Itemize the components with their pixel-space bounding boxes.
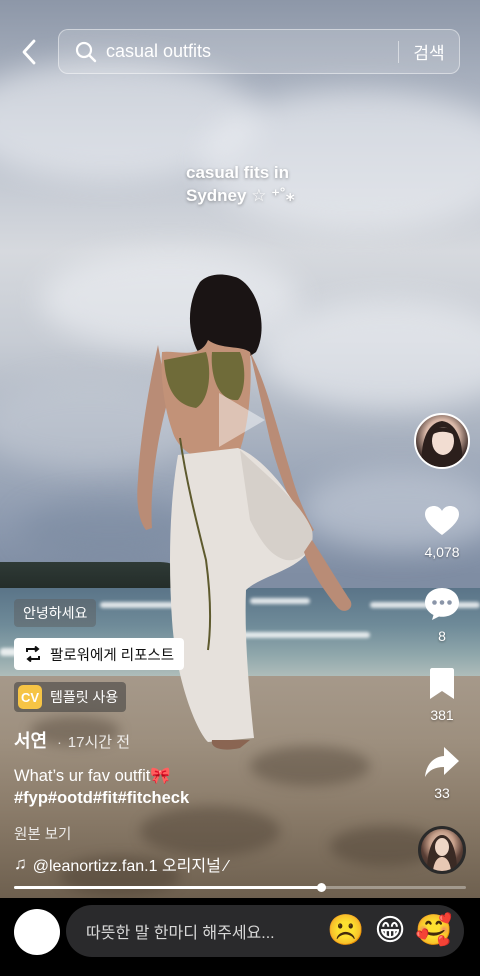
comment-input[interactable]: 따뜻한 말 한마디 해주세요... ☹️ 😁 🥰	[66, 905, 464, 957]
my-avatar[interactable]	[14, 909, 60, 955]
like-button[interactable]: 4,078	[412, 505, 472, 560]
comment-placeholder: 따뜻한 말 한마디 해주세요...	[86, 925, 275, 942]
template-label: 템플릿 사용	[50, 689, 119, 705]
music-title: @leanortizz.fan.1 오리지널 ⁄	[32, 858, 228, 875]
creator-avatar[interactable]	[414, 413, 470, 469]
bookmark-button[interactable]: 381	[412, 668, 472, 723]
like-count: 4,078	[424, 544, 460, 560]
back-button[interactable]	[14, 36, 44, 68]
post-time: 17시간 전	[67, 734, 131, 751]
post-description: What’s ur fav outfit🎀	[14, 767, 171, 785]
search-icon	[75, 41, 97, 62]
repost-button[interactable]: 팔로워에게 리포스트	[14, 638, 185, 670]
play-icon[interactable]	[213, 389, 269, 451]
comment-count: 8	[438, 628, 446, 644]
template-icon: CV	[18, 685, 42, 709]
author-name[interactable]: 서연	[14, 727, 47, 753]
greeting-label: 안녕하세요	[23, 605, 88, 621]
author-row: 서연 · 17시간 전	[14, 727, 130, 753]
bookmark-icon	[430, 668, 454, 699]
greeting-chip[interactable]: 안녕하세요	[14, 599, 97, 627]
heart-icon	[425, 506, 459, 535]
see-original-link[interactable]: 원본 보기	[14, 823, 71, 844]
search-bar[interactable]: casual outfits 검색	[58, 29, 460, 74]
music-disc-image	[427, 835, 457, 871]
share-arrow-icon	[425, 747, 459, 777]
music-info[interactable]: ♫ @leanortizz.fan.1 오리지널 ⁄	[14, 852, 228, 876]
music-note-icon: ♫	[14, 854, 27, 873]
video-progress-bar[interactable]	[14, 883, 466, 892]
video-caption-line-2: Sydney ☆ ⁺˚⁎	[186, 186, 295, 205]
comment-button[interactable]: 8	[412, 587, 472, 644]
share-count: 33	[434, 785, 450, 801]
creator-avatar-image	[421, 421, 463, 467]
music-disc[interactable]	[418, 826, 466, 874]
video-overlay-caption: casual fits in Sydney ☆ ⁺˚⁎	[186, 161, 295, 207]
comment-bubble-icon	[425, 588, 459, 620]
chevron-left-icon	[22, 39, 36, 65]
search-submit-button[interactable]: 검색	[399, 39, 459, 64]
search-input[interactable]: casual outfits	[106, 41, 398, 62]
use-template-button[interactable]: CV 템플릿 사용	[14, 682, 127, 712]
share-button[interactable]: 33	[412, 746, 472, 801]
video-progress-fill	[14, 886, 322, 889]
bookmark-count: 381	[430, 707, 454, 723]
repost-icon	[26, 646, 40, 662]
video-caption-line-1: casual fits in	[186, 163, 289, 182]
emoji-grin-button[interactable]: 😁	[368, 909, 412, 953]
author-time-separator: ·	[57, 734, 62, 750]
repost-label: 팔로워에게 리포스트	[50, 647, 175, 664]
emoji-love-button[interactable]: 🥰	[412, 909, 456, 953]
post-hashtags[interactable]: #fyp#ootd#fit#fitcheck	[14, 789, 189, 808]
emoji-sad-button[interactable]: ☹️	[324, 909, 368, 953]
